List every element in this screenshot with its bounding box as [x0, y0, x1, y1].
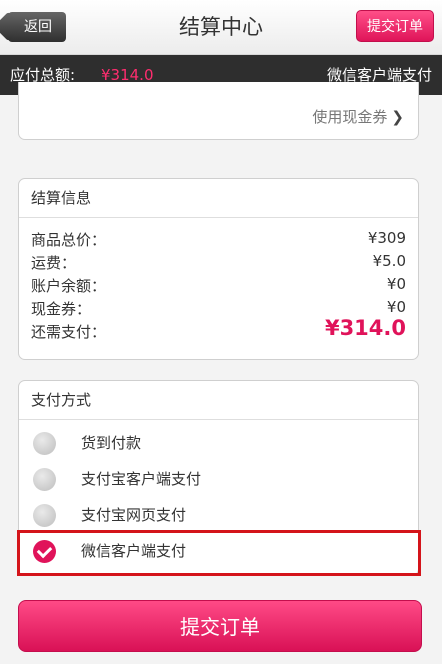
payment-heading: 支付方式: [19, 381, 418, 420]
info-row-item-total: 商品总价： ¥309: [31, 229, 406, 250]
info-row-shipping: 运费： ¥5.0: [31, 252, 406, 273]
payment-option-label: 支付宝网页支付: [81, 506, 187, 524]
payment-option-alipay-app[interactable]: 支付宝客户端支付: [19, 461, 418, 497]
payment-option-alipay-web[interactable]: 支付宝网页支付: [19, 497, 418, 533]
info-row-account-balance: 账户余额： ¥0: [31, 275, 406, 296]
amount-due-value: ¥314.0: [324, 316, 406, 340]
info-label: 运费：: [31, 254, 77, 272]
top-nav-bar: 返回 结算中心 提交订单: [0, 0, 442, 55]
info-value: ¥0: [386, 275, 406, 293]
selection-highlight-box: [17, 530, 421, 576]
use-coupon-label: 使用现金券: [312, 108, 388, 126]
info-value: ¥0: [386, 298, 406, 316]
settlement-info-card: 结算信息 商品总价： ¥309 运费： ¥5.0 账户余额： ¥0 现金券： ¥…: [18, 178, 419, 360]
payment-option-label: 货到付款: [81, 434, 142, 452]
info-value: ¥309: [367, 229, 406, 247]
coupon-card: 使用现金券 ❯: [18, 82, 419, 140]
chevron-right-icon: ❯: [391, 108, 404, 126]
info-label: 现金券：: [31, 300, 92, 318]
info-row-amount-due: 还需支付： ¥314.0: [31, 316, 406, 342]
payment-option-label: 支付宝客户端支付: [81, 470, 202, 488]
payment-option-cod[interactable]: 货到付款: [19, 425, 418, 461]
info-label: 还需支付：: [31, 323, 107, 341]
settlement-heading: 结算信息: [19, 179, 418, 218]
info-label: 账户余额：: [31, 277, 107, 295]
info-value: ¥5.0: [372, 252, 406, 270]
back-button-label: 返回: [24, 19, 52, 35]
radio-unchecked-icon[interactable]: [33, 504, 56, 527]
radio-unchecked-icon[interactable]: [33, 432, 56, 455]
info-label: 商品总价：: [31, 231, 107, 249]
submit-order-top-button[interactable]: 提交订单: [356, 10, 434, 42]
submit-order-button[interactable]: 提交订单: [18, 600, 422, 652]
radio-unchecked-icon[interactable]: [33, 468, 56, 491]
use-coupon-link[interactable]: 使用现金券 ❯: [312, 106, 404, 127]
